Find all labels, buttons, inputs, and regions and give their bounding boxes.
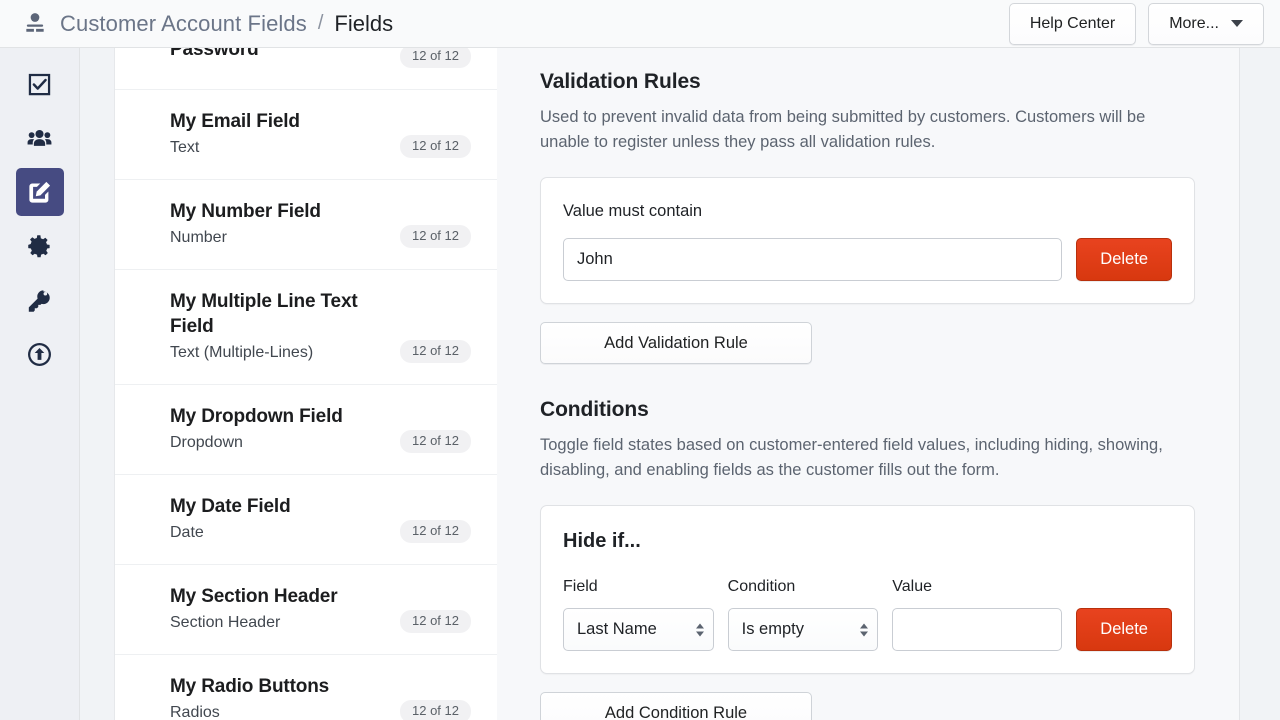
detail-panel-right-gutter (1240, 48, 1280, 720)
validation-rules-title: Validation Rules (540, 68, 1195, 96)
page-title: Fields (334, 11, 393, 37)
stepper-arrows-icon (696, 623, 704, 636)
conditions-section: Conditions Toggle field states based on … (540, 396, 1195, 720)
condition-value-label: Value (892, 576, 1062, 598)
sidebar-item-upload[interactable] (16, 330, 64, 378)
field-badge: 12 of 12 (400, 48, 471, 68)
account-person-icon (22, 11, 48, 37)
field-title: My Email Field (170, 109, 471, 134)
more-label: More... (1169, 15, 1219, 33)
list-item[interactable]: My Multiple Line Text Field Text (Multip… (115, 270, 497, 385)
condition-field-column: Field Last Name (563, 576, 714, 651)
validation-rule-label: Value must contain (563, 200, 1172, 222)
field-title: My Number Field (170, 199, 471, 224)
list-item[interactable]: My Radio Buttons Radios 12 of 12 (115, 655, 497, 720)
field-badge: 12 of 12 (400, 700, 471, 720)
condition-field-select[interactable]: Last Name (563, 608, 714, 651)
condition-field-label: Field (563, 576, 714, 598)
field-badge: 12 of 12 (400, 340, 471, 363)
condition-field-value: Last Name (577, 620, 657, 639)
sidebar-item-settings[interactable] (16, 222, 64, 270)
delete-validation-rule-button[interactable]: Delete (1076, 238, 1172, 281)
list-item[interactable]: My Section Header Section Header 12 of 1… (115, 565, 497, 655)
add-condition-rule-button[interactable]: Add Condition Rule (540, 692, 812, 720)
field-title: My Section Header (170, 584, 471, 609)
gear-icon (26, 233, 53, 260)
list-item[interactable]: My Date Field Date 12 of 12 (115, 475, 497, 565)
breadcrumb-root[interactable]: Customer Account Fields (60, 11, 307, 37)
field-detail-panel: Validation Rules Used to prevent invalid… (497, 48, 1240, 720)
checkbox-icon (26, 71, 53, 98)
chevron-down-icon (1231, 20, 1243, 27)
validation-rules-description: Used to prevent invalid data from being … (540, 105, 1185, 155)
field-badge: 12 of 12 (400, 135, 471, 158)
field-title: My Date Field (170, 494, 471, 519)
breadcrumb-separator: / (318, 12, 324, 35)
field-list-panel[interactable]: Password 12 of 12 My Email Field Text 12… (115, 48, 497, 720)
sidebar-item-access[interactable] (16, 276, 64, 324)
list-item[interactable]: My Email Field Text 12 of 12 (115, 90, 497, 180)
validation-rule-row: Delete (563, 238, 1172, 281)
top-header-bar: Customer Account Fields / Fields Help Ce… (0, 0, 1280, 48)
condition-operator-label: Condition (728, 576, 879, 598)
header-actions: Help Center More... (1009, 3, 1264, 45)
stepper-arrows-icon (860, 623, 868, 636)
sidebar-item-checkbox[interactable] (16, 60, 64, 108)
field-title: My Radio Buttons (170, 674, 471, 699)
left-icon-rail (0, 48, 80, 720)
add-validation-rule-button[interactable]: Add Validation Rule (540, 322, 812, 364)
field-badge: 12 of 12 (400, 610, 471, 633)
condition-operator-value: Is empty (742, 620, 804, 639)
condition-rule-row: Field Last Name Condition Is empty (563, 576, 1172, 651)
condition-value-input[interactable] (892, 608, 1062, 651)
upload-circle-icon (26, 341, 53, 368)
condition-value-column: Value (892, 576, 1062, 651)
more-button[interactable]: More... (1148, 3, 1264, 45)
key-icon (26, 287, 53, 314)
list-item[interactable]: My Dropdown Field Dropdown 12 of 12 (115, 385, 497, 475)
help-center-button[interactable]: Help Center (1009, 3, 1136, 45)
condition-operator-column: Condition Is empty (728, 576, 879, 651)
edit-pencil-icon (26, 179, 53, 206)
delete-condition-rule-button[interactable]: Delete (1076, 608, 1172, 651)
field-badge: 12 of 12 (400, 430, 471, 453)
list-item[interactable]: Password 12 of 12 (115, 48, 497, 90)
field-badge: 12 of 12 (400, 225, 471, 248)
field-title: My Dropdown Field (170, 404, 471, 429)
conditions-description: Toggle field states based on customer-en… (540, 433, 1185, 483)
list-item[interactable]: My Number Field Number 12 of 12 (115, 180, 497, 270)
users-group-icon (26, 125, 53, 152)
validation-rules-section: Validation Rules Used to prevent invalid… (540, 68, 1195, 364)
detail-scroll-region[interactable]: Validation Rules Used to prevent invalid… (497, 48, 1280, 720)
validation-rule-input[interactable] (563, 238, 1062, 281)
condition-operator-select[interactable]: Is empty (728, 608, 879, 651)
field-badge: 12 of 12 (400, 520, 471, 543)
field-list: Password 12 of 12 My Email Field Text 12… (115, 48, 497, 720)
sidebar-item-fields[interactable] (16, 168, 64, 216)
help-center-label: Help Center (1030, 15, 1115, 33)
conditions-title: Conditions (540, 396, 1195, 424)
validation-rule-card: Value must contain Delete (540, 177, 1195, 304)
field-title: My Multiple Line Text Field (170, 289, 471, 339)
condition-rule-card: Hide if... Field Last Name Condition Is … (540, 505, 1195, 674)
condition-card-title: Hide if... (563, 528, 1172, 554)
sidebar-item-customers[interactable] (16, 114, 64, 162)
rail-gutter (80, 48, 115, 720)
